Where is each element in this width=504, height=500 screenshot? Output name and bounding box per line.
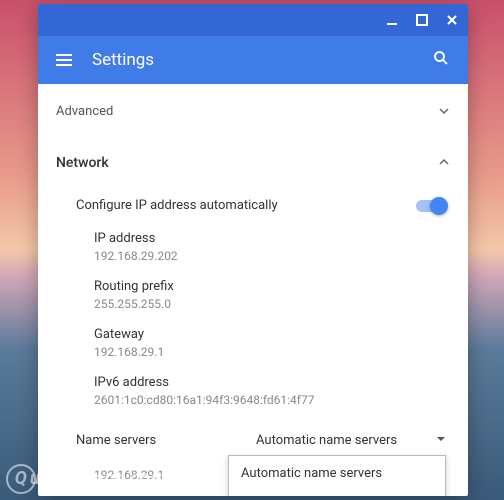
advanced-section[interactable]: Advanced: [56, 84, 450, 135]
content-area: Advanced Network Configure IP address au…: [38, 84, 468, 496]
ip-address-field: IP address 192.168.29.202: [56, 223, 450, 271]
page-title: Settings: [92, 50, 432, 70]
app-header: Settings: [38, 36, 468, 84]
dropdown-option-google[interactable]: Google name servers: [229, 491, 445, 496]
window-titlebar: [38, 4, 468, 36]
prefix-label: Routing prefix: [94, 279, 450, 294]
ip-label: IP address: [94, 231, 450, 246]
chevron-up-icon: [438, 153, 450, 172]
auto-ip-toggle[interactable]: [416, 200, 446, 212]
gateway-value: 192.168.29.1: [94, 345, 450, 359]
chevron-down-icon: [438, 102, 450, 121]
settings-window: Settings Advanced Network Configure IP a…: [38, 4, 468, 496]
auto-ip-row: Configure IP address automatically: [56, 186, 450, 223]
network-section[interactable]: Network: [56, 135, 450, 186]
dropdown-arrow-icon: [436, 433, 446, 448]
advanced-label: Advanced: [56, 104, 113, 119]
menu-icon[interactable]: [56, 54, 72, 66]
routing-prefix-field: Routing prefix 255.255.255.0: [56, 271, 450, 319]
auto-ip-label: Configure IP address automatically: [76, 198, 278, 213]
dropdown-option-automatic[interactable]: Automatic name servers: [229, 456, 445, 491]
prefix-value: 255.255.255.0: [94, 297, 450, 311]
minimize-button[interactable]: [384, 12, 400, 28]
ip-value: 192.168.29.202: [94, 249, 450, 263]
maximize-button[interactable]: [414, 12, 430, 28]
gateway-field: Gateway 192.168.29.1: [56, 319, 450, 367]
ipv6-field: IPv6 address 2601:1c0:cd80:16a1:94f3:964…: [56, 367, 450, 415]
search-icon[interactable]: [432, 49, 450, 71]
watermark-text: uantrimang.com: [30, 468, 166, 489]
watermark: Quantrimang.com: [6, 464, 166, 494]
name-servers-selected: Automatic name servers: [256, 433, 397, 448]
ipv6-value: 2601:1c0:cd80:16a1:94f3:9648:fd61:4f77: [94, 393, 450, 407]
name-servers-row: Name servers Automatic name servers Auto…: [56, 415, 450, 458]
network-label: Network: [56, 155, 109, 171]
name-servers-dropdown: Automatic name servers Google name serve…: [228, 455, 446, 496]
gateway-label: Gateway: [94, 327, 450, 342]
ipv6-label: IPv6 address: [94, 375, 450, 390]
name-servers-label: Name servers: [76, 433, 256, 448]
name-servers-select[interactable]: Automatic name servers: [256, 429, 446, 452]
close-button[interactable]: [444, 12, 460, 28]
